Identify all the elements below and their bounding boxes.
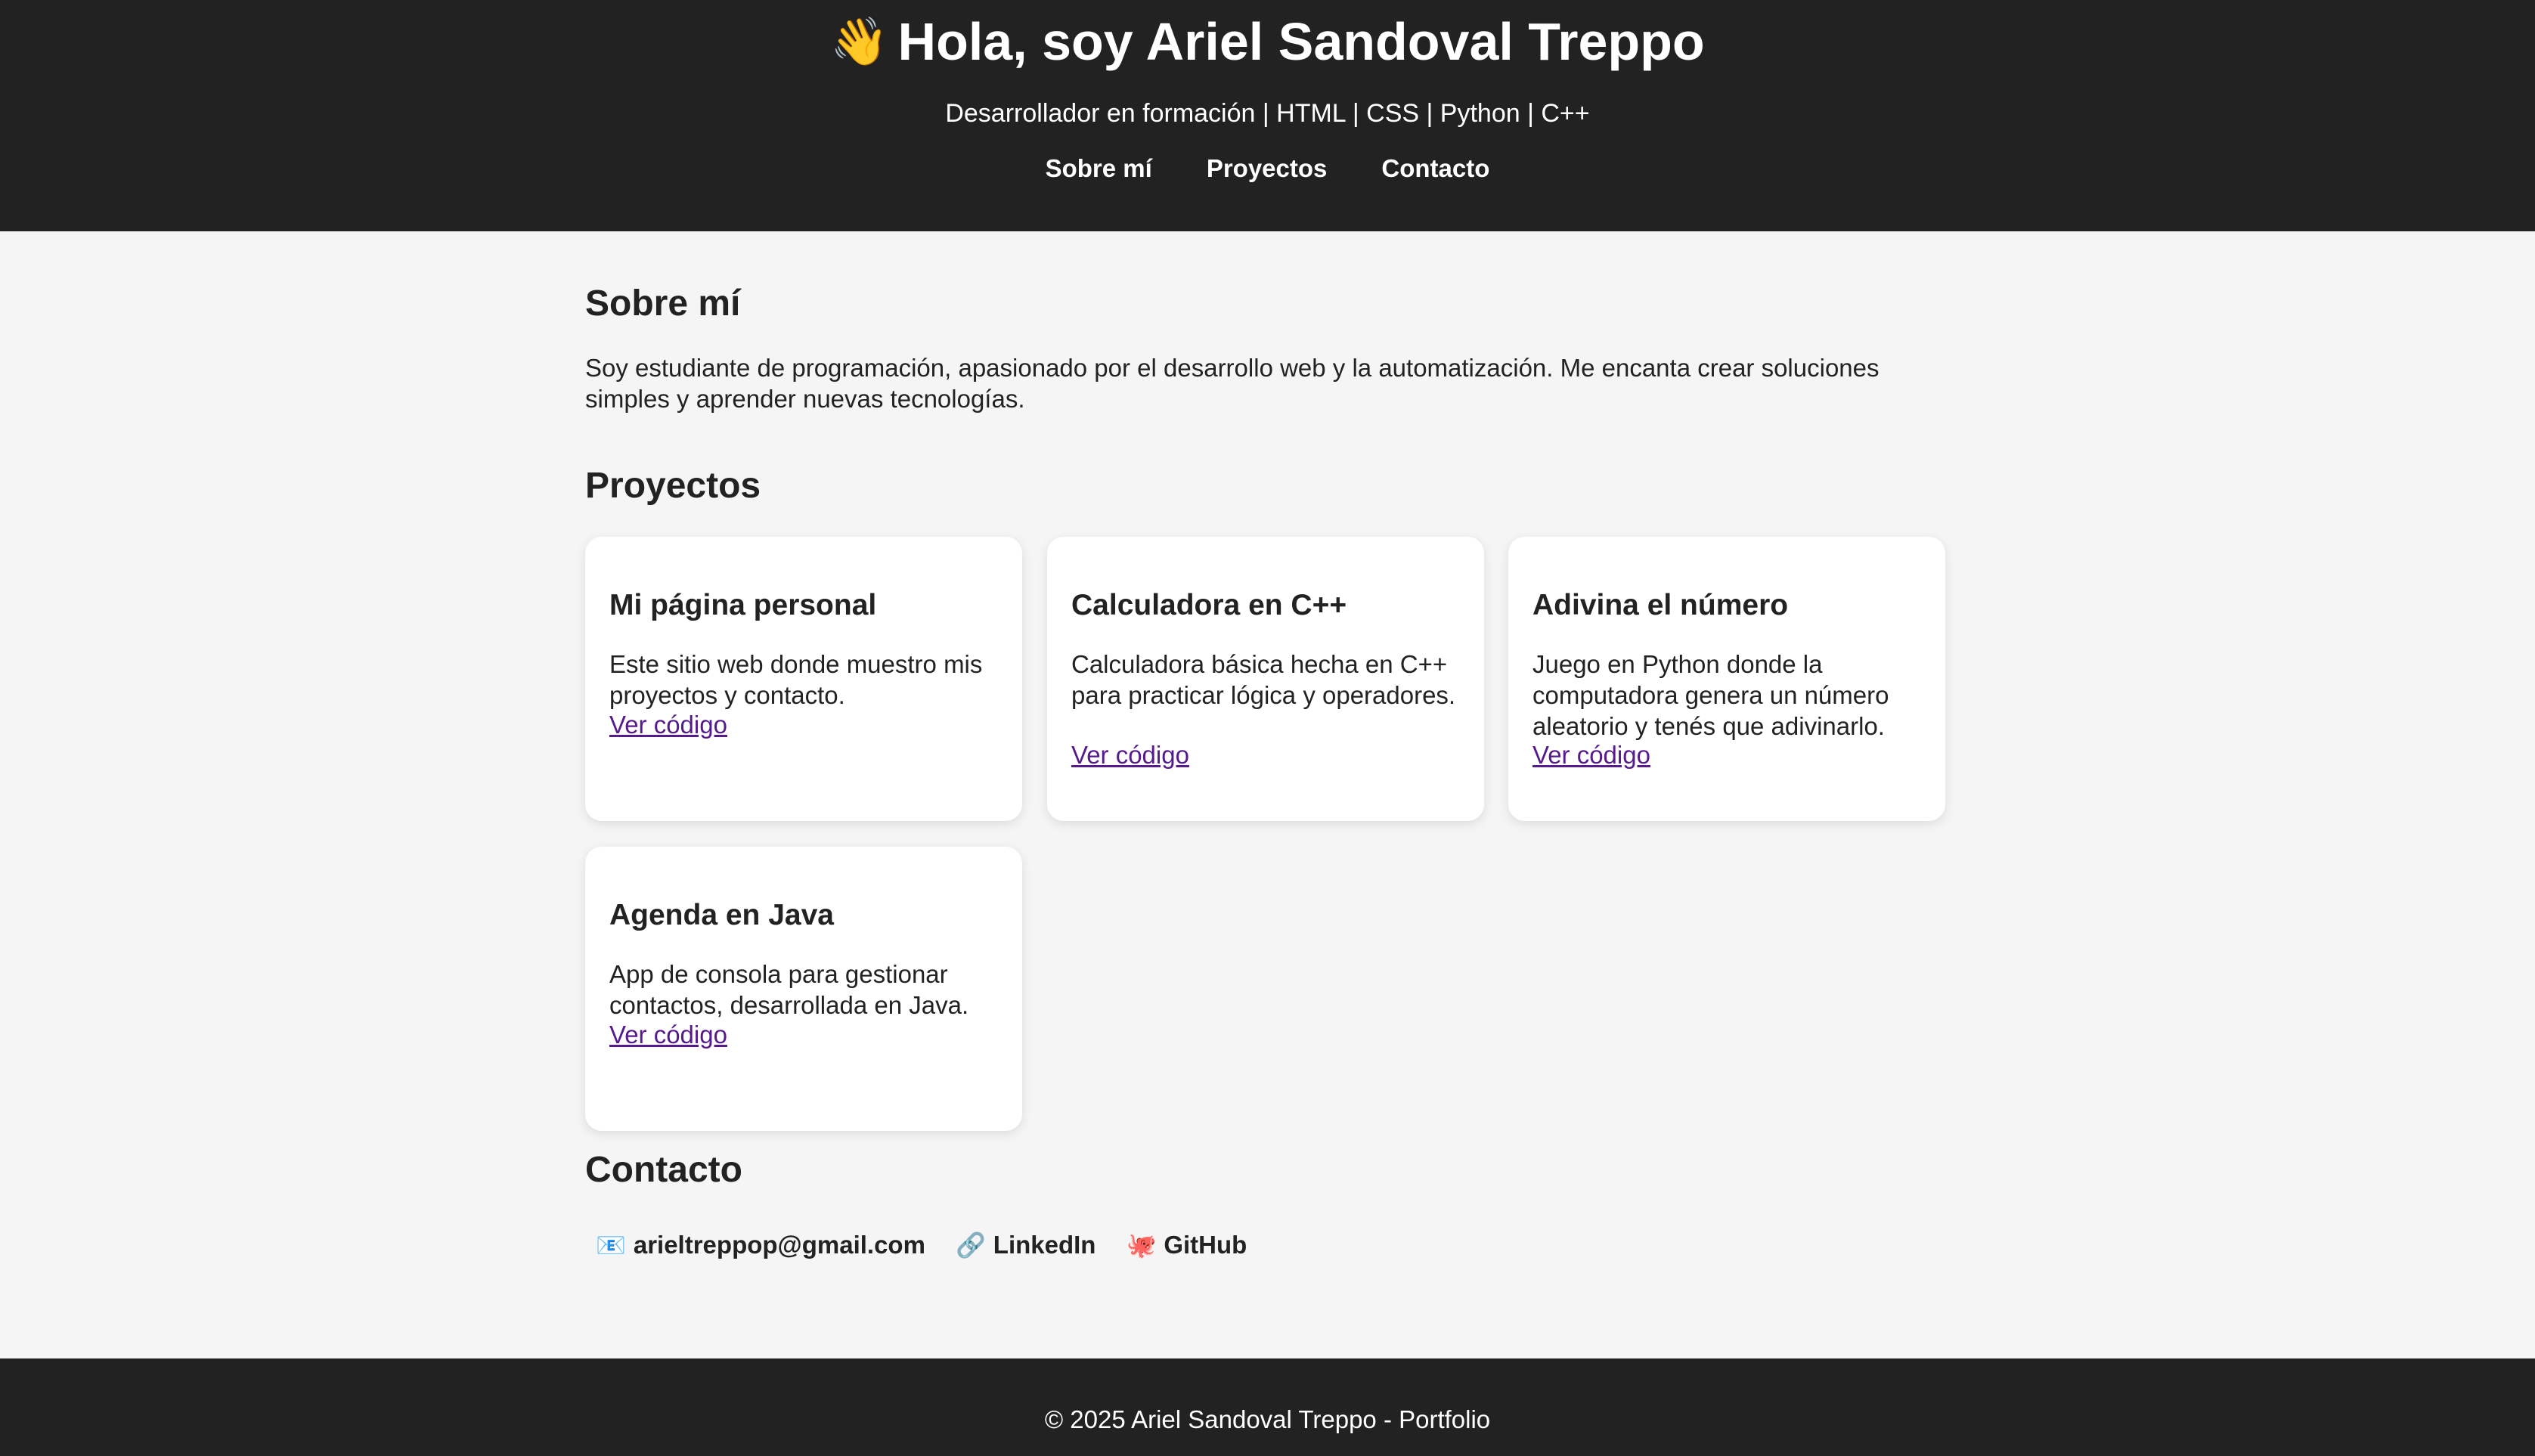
project-card: Adivina el número Juego en Python donde … [1508,537,1945,821]
project-card-title: Adivina el número [1532,589,1789,621]
about-text: Soy estudiante de programación, apasiona… [585,354,1880,413]
envelope-icon: 📧 [596,1231,626,1259]
view-code-link[interactable]: Ver código [609,1019,727,1050]
project-card-title: Mi página personal [609,589,877,621]
waving-hand-icon: 👋 [830,14,889,69]
site-footer: © 2025 Ariel Sandoval Treppo - Portfolio [0,1358,2535,1456]
about-section-title: Sobre mí [585,283,741,324]
project-card-description: Juego en Python donde la computadora gen… [1532,650,1889,740]
project-card-title: Calculadora en C++ [1071,589,1347,621]
project-card-title: Agenda en Java [609,899,834,931]
nav-link-sobre-mi[interactable]: Sobre mí [1046,150,1152,187]
github-link[interactable]: 🐙 GitHub [1126,1226,1247,1264]
linkedin-link[interactable]: 🔗 LinkedIn [956,1226,1096,1264]
site-title-text: Hola, soy Ariel Sandoval Treppo [897,12,1705,71]
view-code-link[interactable]: Ver código [609,709,727,740]
nav-link-contacto[interactable]: Contacto [1381,150,1489,187]
project-card: Mi página personal Este sitio web donde … [585,537,1022,821]
site-title: 👋 Hola, soy Ariel Sandoval Treppo [0,9,2535,74]
email-link-label: arieltreppop@gmail.com [633,1231,925,1259]
project-card-description: Calculadora básica hecha en C++ para pra… [1071,650,1456,709]
project-card-description: App de consola para gestionar contactos,… [609,960,969,1019]
main-nav: Sobre mí Proyectos Contacto [0,150,2535,187]
contact-links: 📧 arieltreppop@gmail.com 🔗 LinkedIn 🐙 Gi… [596,1226,1247,1264]
footer-text: © 2025 Ariel Sandoval Treppo - Portfolio [1044,1405,1491,1433]
octopus-icon: 🐙 [1126,1231,1157,1259]
nav-link-proyectos[interactable]: Proyectos [1207,150,1328,187]
view-code-link[interactable]: Ver código [1071,739,1189,770]
email-link[interactable]: 📧 arieltreppop@gmail.com [596,1226,925,1264]
link-icon: 🔗 [955,1231,986,1259]
linkedin-link-label: LinkedIn [993,1231,1096,1259]
site-subtitle: Desarrollador en formación | HTML | CSS … [945,99,1590,128]
projects-section-title: Proyectos [585,466,761,506]
project-card-description: Este sitio web donde muestro mis proyect… [609,650,983,709]
view-code-link[interactable]: Ver código [1532,739,1650,770]
site-header: 👋 Hola, soy Ariel Sandoval Treppo Desarr… [0,0,2535,231]
portfolio-page: 👋 Hola, soy Ariel Sandoval Treppo Desarr… [0,0,2535,1456]
project-card: Calculadora en C++ Calculadora básica he… [1047,537,1484,821]
project-card: Agenda en Java App de consola para gesti… [585,847,1022,1131]
contact-section-title: Contacto [585,1150,742,1190]
github-link-label: GitHub [1164,1231,1247,1259]
